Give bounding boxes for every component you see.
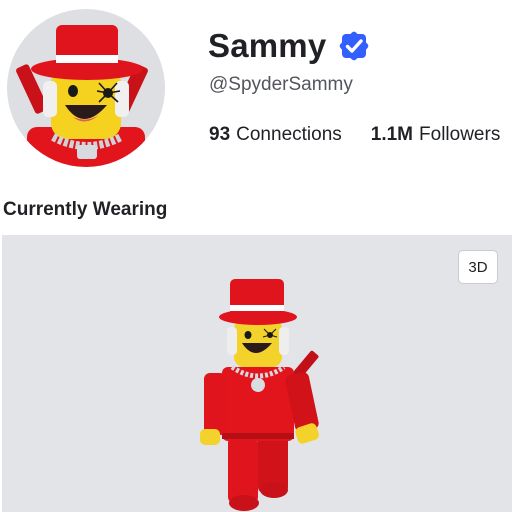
connections-stat[interactable]: 93 Connections — [209, 124, 342, 146]
followers-label: Followers — [419, 124, 501, 145]
verified-check-badge-icon — [339, 31, 369, 61]
currently-wearing-heading: Currently Wearing — [3, 199, 168, 220]
toggle-3d-button[interactable]: 3D — [458, 250, 498, 284]
name-row: Sammy — [208, 26, 369, 66]
connections-label: Connections — [236, 124, 342, 145]
profile-avatar[interactable] — [7, 9, 165, 167]
display-name: Sammy — [208, 27, 327, 64]
username: @SpyderSammy — [209, 74, 353, 95]
profile-stats: 93 Connections 1.1M Followers — [209, 124, 500, 146]
connections-count: 93 — [209, 124, 231, 145]
avatar-figure — [192, 275, 332, 512]
avatar-headshot-image — [16, 25, 148, 167]
followers-stat[interactable]: 1.1M Followers — [371, 124, 501, 146]
avatar-3d-viewer[interactable]: 3D — [2, 235, 512, 512]
followers-count: 1.1M — [370, 124, 414, 145]
